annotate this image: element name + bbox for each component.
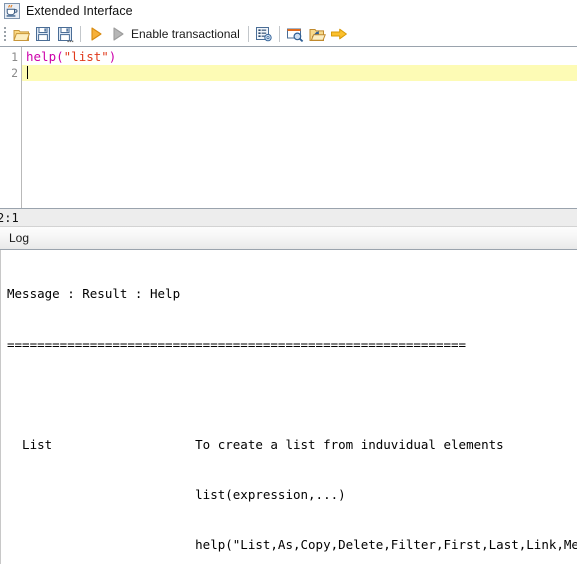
title-bar: Extended Interface <box>0 0 577 22</box>
code-token-paren-close: ) <box>108 49 117 64</box>
window-title: Extended Interface <box>26 4 133 18</box>
enable-transactional-label[interactable]: Enable transactional <box>129 27 244 41</box>
tab-log[interactable]: Log <box>9 231 35 249</box>
extended-interface-window: Extended Interface Enable transactional … <box>0 0 577 564</box>
text-caret <box>27 66 28 79</box>
arrow-right-icon[interactable] <box>328 23 350 45</box>
toolbar-separator-2 <box>247 26 249 42</box>
java-coffee-cup-icon <box>4 3 20 19</box>
line-number-gutter: 1 2 <box>0 47 21 208</box>
code-token-paren-open: ( <box>56 49 64 64</box>
code-editor[interactable]: 1 2 help("list") <box>0 47 577 209</box>
log-text: Message : Result : Help ================… <box>1 250 577 564</box>
log-output-pane[interactable]: Message : Result : Help ================… <box>0 250 577 564</box>
find-magnifier-icon[interactable] <box>284 23 306 45</box>
log-line: List To create a list from induvidual el… <box>7 436 504 452</box>
code-line-1[interactable]: help("list") <box>22 49 577 65</box>
line-number: 2 <box>11 66 18 80</box>
code-token-string: "list" <box>63 49 109 64</box>
step-play-icon[interactable] <box>107 23 129 45</box>
code-area[interactable]: help("list") <box>22 47 577 208</box>
log-line: ========================================… <box>7 336 467 352</box>
code-token-function: help <box>26 49 57 64</box>
code-line-2[interactable] <box>22 65 577 81</box>
open-button[interactable] <box>10 23 32 45</box>
log-tab-strip: Log <box>0 227 577 250</box>
tree-settings-icon[interactable] <box>253 23 275 45</box>
log-line: help("List,As,Copy,Delete,Filter,First,L… <box>7 536 577 552</box>
run-play-icon[interactable] <box>85 23 107 45</box>
toolbar: Enable transactional <box>0 22 577 47</box>
status-bar: 2:1 <box>0 209 577 227</box>
cursor-position-indicator: 2:1 <box>0 210 19 225</box>
save-button[interactable] <box>32 23 54 45</box>
toolbar-separator-1 <box>80 26 81 42</box>
log-line: Message : Result : Help <box>7 286 181 302</box>
toolbar-drag-handle[interactable] <box>2 25 8 43</box>
toolbar-separator-3 <box>278 26 280 42</box>
log-line: list(expression,...) <box>7 486 346 502</box>
save-as-button[interactable] <box>54 23 76 45</box>
export-folder-icon[interactable] <box>306 23 328 45</box>
line-number: 1 <box>11 50 18 64</box>
